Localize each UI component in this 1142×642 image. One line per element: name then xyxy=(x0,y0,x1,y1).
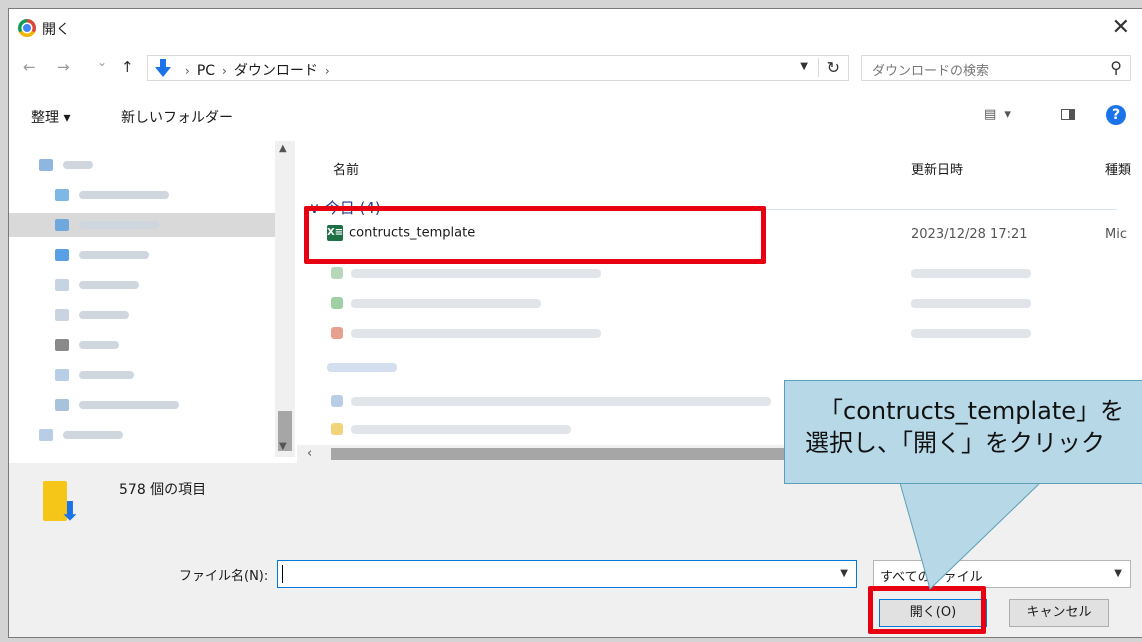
folder-icon xyxy=(55,279,69,291)
open-button-highlight-box xyxy=(868,586,986,634)
nav-item[interactable] xyxy=(9,273,279,297)
nav-item-text xyxy=(79,251,149,259)
view-options-icon[interactable]: ▤ ▾ xyxy=(984,107,1013,122)
nav-item-text xyxy=(63,161,93,169)
filename-dropdown-icon[interactable]: ▼ xyxy=(840,568,848,579)
file-date: 2023/12/28 17:21 xyxy=(911,227,1028,242)
search-icon: ⚲ xyxy=(1110,58,1122,77)
navigation-pane xyxy=(9,141,297,471)
filename-label: ファイル名(N): xyxy=(179,569,269,584)
item-count: 578 個の項目 xyxy=(119,482,207,498)
nav-item[interactable] xyxy=(9,333,279,357)
blurred-file-date xyxy=(911,269,1031,278)
title-bar: 開く ✕ xyxy=(9,9,1142,49)
search-placeholder: ダウンロードの検索 xyxy=(872,64,990,79)
blurred-file-name xyxy=(351,397,771,406)
nav-item[interactable] xyxy=(9,363,279,387)
column-header-name[interactable]: 名前 xyxy=(333,159,359,178)
blurred-file-date xyxy=(911,329,1031,338)
nav-item[interactable] xyxy=(9,423,279,447)
command-toolbar: 整理 ▾ 新しいフォルダー ▤ ▾ ? xyxy=(9,97,1142,133)
scroll-down-icon[interactable]: ▼ xyxy=(279,441,287,452)
blurred-file-name xyxy=(351,299,541,308)
nav-item-text xyxy=(79,371,134,379)
nav-item-text xyxy=(63,431,123,439)
navigation-bar: ← → ⌄ ↑ › PC › ダウンロード › ▼ ↻ ダウンロードの検索 ⚲ xyxy=(9,53,1142,83)
breadcrumb: › PC › ダウンロード › xyxy=(178,60,337,80)
nav-item-selected[interactable] xyxy=(9,213,279,237)
scroll-up-icon[interactable]: ▲ xyxy=(279,143,287,154)
folder-icon xyxy=(55,189,69,201)
nav-item-text xyxy=(79,341,119,349)
blurred-file-icon xyxy=(331,297,343,309)
cancel-button[interactable]: キャンセル xyxy=(1009,599,1109,627)
forward-icon[interactable]: → xyxy=(57,58,70,76)
nav-item-text xyxy=(79,401,179,409)
instruction-callout: 「contructs_template」を 選択し、「開く」をクリック xyxy=(784,380,1142,484)
blurred-group-header xyxy=(327,363,397,372)
chevron-down-icon: ▼ xyxy=(1114,568,1122,579)
blurred-file-icon xyxy=(331,423,343,435)
address-bar[interactable]: › PC › ダウンロード › ▼ ↻ xyxy=(147,55,849,81)
blurred-file-date xyxy=(911,299,1031,308)
refresh-icon[interactable]: ↻ xyxy=(817,58,840,77)
help-icon[interactable]: ? xyxy=(1106,105,1126,125)
crumb-separator: › xyxy=(185,64,190,78)
nav-item[interactable] xyxy=(9,303,279,327)
file-highlight-box xyxy=(304,206,766,264)
folder-icon xyxy=(55,309,69,321)
blurred-file-name xyxy=(351,269,601,278)
folder-icon xyxy=(55,219,69,231)
column-header-type[interactable]: 種類 xyxy=(1105,159,1131,178)
address-dropdown-icon[interactable]: ▼ xyxy=(800,61,808,72)
folder-icon xyxy=(55,249,69,261)
search-input[interactable]: ダウンロードの検索 ⚲ xyxy=(861,55,1131,81)
recent-locations-icon[interactable]: ⌄ xyxy=(97,55,107,69)
folder-icon xyxy=(55,369,69,381)
column-header-date[interactable]: 更新日時 xyxy=(911,159,963,178)
new-folder-button[interactable]: 新しいフォルダー xyxy=(121,107,233,127)
callout-line-1: 「contructs_template」を xyxy=(819,397,1125,425)
preview-pane-icon[interactable] xyxy=(1061,109,1075,120)
blurred-file-icon xyxy=(331,327,343,339)
nav-item[interactable] xyxy=(9,153,279,177)
text-caret xyxy=(282,565,283,583)
callout-tail xyxy=(900,483,1041,590)
crumb-separator: › xyxy=(324,64,330,78)
filename-input[interactable]: ▼ xyxy=(277,560,857,588)
close-icon[interactable]: ✕ xyxy=(1112,15,1130,40)
chrome-icon xyxy=(18,19,36,37)
scroll-thumb[interactable] xyxy=(331,448,811,460)
blurred-file-name xyxy=(351,329,601,338)
organize-button[interactable]: 整理 ▾ xyxy=(31,107,70,127)
nav-item[interactable] xyxy=(9,183,279,207)
back-icon[interactable]: ← xyxy=(23,58,36,76)
nav-item-text xyxy=(79,281,139,289)
folder-icon xyxy=(55,339,69,351)
callout-line-2: 選択し、「開く」をクリック xyxy=(805,429,1105,457)
crumb-separator: › xyxy=(222,64,227,78)
nav-item-text xyxy=(79,191,169,199)
pc-icon xyxy=(39,159,53,171)
dialog-title: 開く xyxy=(42,22,70,38)
blurred-file-icon xyxy=(331,395,343,407)
file-type: Mic xyxy=(1105,227,1127,242)
crumb-pc[interactable]: PC xyxy=(197,63,215,79)
download-arrow-icon: ⬇ xyxy=(59,497,81,527)
up-icon[interactable]: ↑ xyxy=(121,58,134,76)
nav-item-text xyxy=(79,311,129,319)
blurred-file-icon xyxy=(331,267,343,279)
downloads-arrow-icon xyxy=(155,59,171,77)
navigation-scrollbar[interactable]: ▲ ▼ xyxy=(275,141,295,457)
downloads-folder-icon: ⬇ xyxy=(43,477,81,525)
nav-item-text xyxy=(79,221,159,229)
nav-item[interactable] xyxy=(9,393,279,417)
crumb-downloads[interactable]: ダウンロード xyxy=(234,63,318,79)
folder-icon xyxy=(55,399,69,411)
blurred-file-name xyxy=(351,425,571,434)
folder-icon xyxy=(39,429,53,441)
scroll-left-icon[interactable]: ‹ xyxy=(307,446,312,461)
nav-item[interactable] xyxy=(9,243,279,267)
